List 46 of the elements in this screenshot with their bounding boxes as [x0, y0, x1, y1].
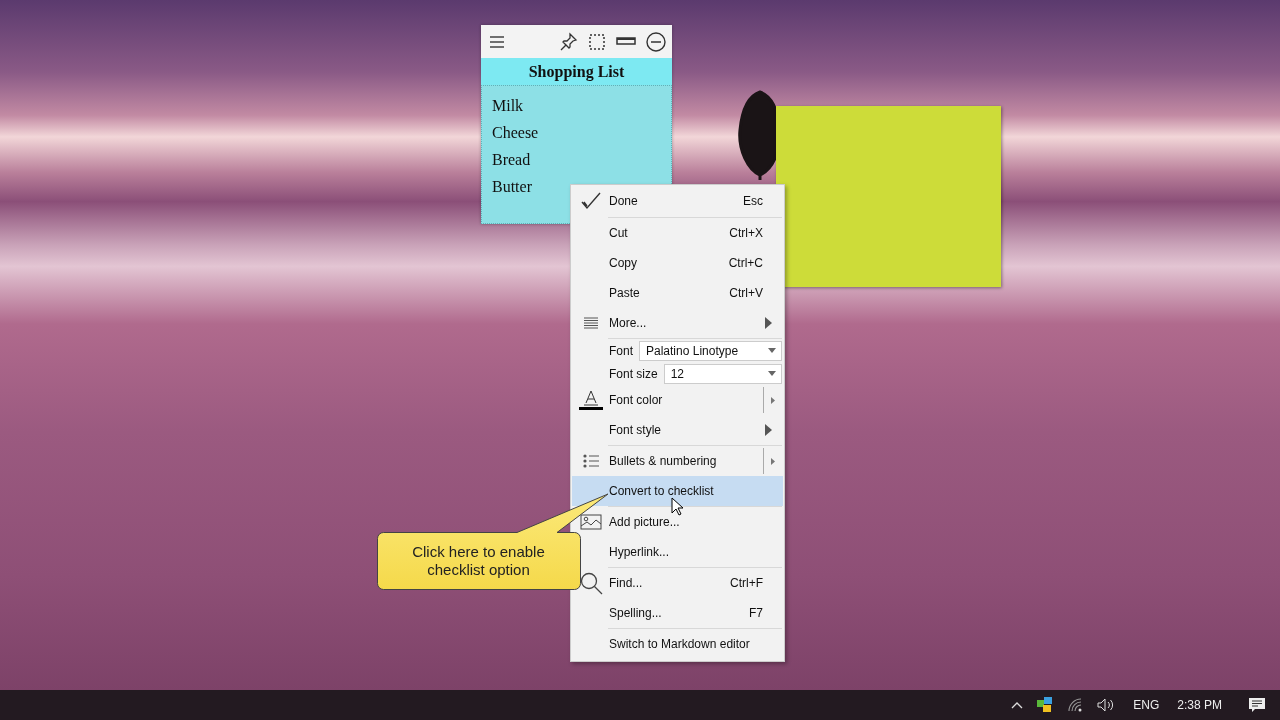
- submenu-arrow-icon: [765, 317, 772, 329]
- minimize-icon[interactable]: [646, 31, 666, 52]
- note-title: Shopping List: [481, 58, 672, 85]
- menu-item[interactable]: Font style: [572, 415, 783, 445]
- bullet-list-icon: [582, 454, 599, 468]
- menu-icon[interactable]: [489, 34, 505, 49]
- pin-icon[interactable]: [558, 31, 578, 52]
- picture-icon: [579, 514, 602, 530]
- menu-item[interactable]: Font color: [572, 385, 783, 415]
- callout-text: Click here to enable checklist option: [412, 542, 545, 579]
- font-color-icon: [578, 389, 603, 411]
- search-icon: [578, 571, 603, 595]
- bar-icon[interactable]: [616, 36, 636, 47]
- notification-icon[interactable]: [1248, 697, 1266, 713]
- squares-icon[interactable]: [1037, 697, 1054, 713]
- dropdown-icon: [768, 371, 776, 376]
- menu-item[interactable]: Switch to Markdown editor: [572, 629, 783, 659]
- submenu-arrow-icon: [765, 424, 772, 436]
- note-line: Cheese: [492, 123, 540, 143]
- dropdown-field[interactable]: Palatino Linotype: [639, 340, 782, 361]
- language-indicator[interactable]: ENG: [1133, 698, 1160, 712]
- menu-item[interactable]: Bullets & numbering: [572, 446, 783, 476]
- check-icon: [580, 192, 601, 210]
- lines-icon: [583, 317, 598, 329]
- selection-icon[interactable]: [588, 32, 606, 51]
- combo-label: Font size: [609, 366, 658, 381]
- menu-item[interactable]: Spelling... F7: [572, 598, 783, 628]
- chevron-up-icon[interactable]: [1011, 701, 1024, 709]
- combo-label: Font: [609, 343, 633, 358]
- menu-item[interactable]: Copy Ctrl+C: [572, 248, 783, 278]
- note-line: Butter: [492, 177, 533, 197]
- submenu-arrow-icon[interactable]: [771, 396, 775, 404]
- menu-item[interactable]: Paste Ctrl+V: [572, 278, 783, 308]
- submenu-arrow-icon[interactable]: [771, 457, 775, 465]
- menu-item[interactable]: Add picture...: [572, 507, 783, 537]
- menu-item[interactable]: More...: [572, 308, 783, 338]
- note-line: Bread: [492, 150, 532, 170]
- wifi-icon[interactable]: [1067, 698, 1084, 712]
- menu-item[interactable]: Find... Ctrl+F: [572, 568, 783, 598]
- menu-item[interactable]: Convert to checklist: [572, 476, 783, 506]
- volume-icon[interactable]: [1097, 698, 1116, 712]
- dropdown-field[interactable]: 12: [663, 363, 782, 384]
- dropdown-icon: [768, 348, 776, 353]
- note-line: Milk: [492, 96, 525, 116]
- cursor-icon: [671, 497, 683, 516]
- clock[interactable]: 2:38 PM: [1177, 698, 1222, 712]
